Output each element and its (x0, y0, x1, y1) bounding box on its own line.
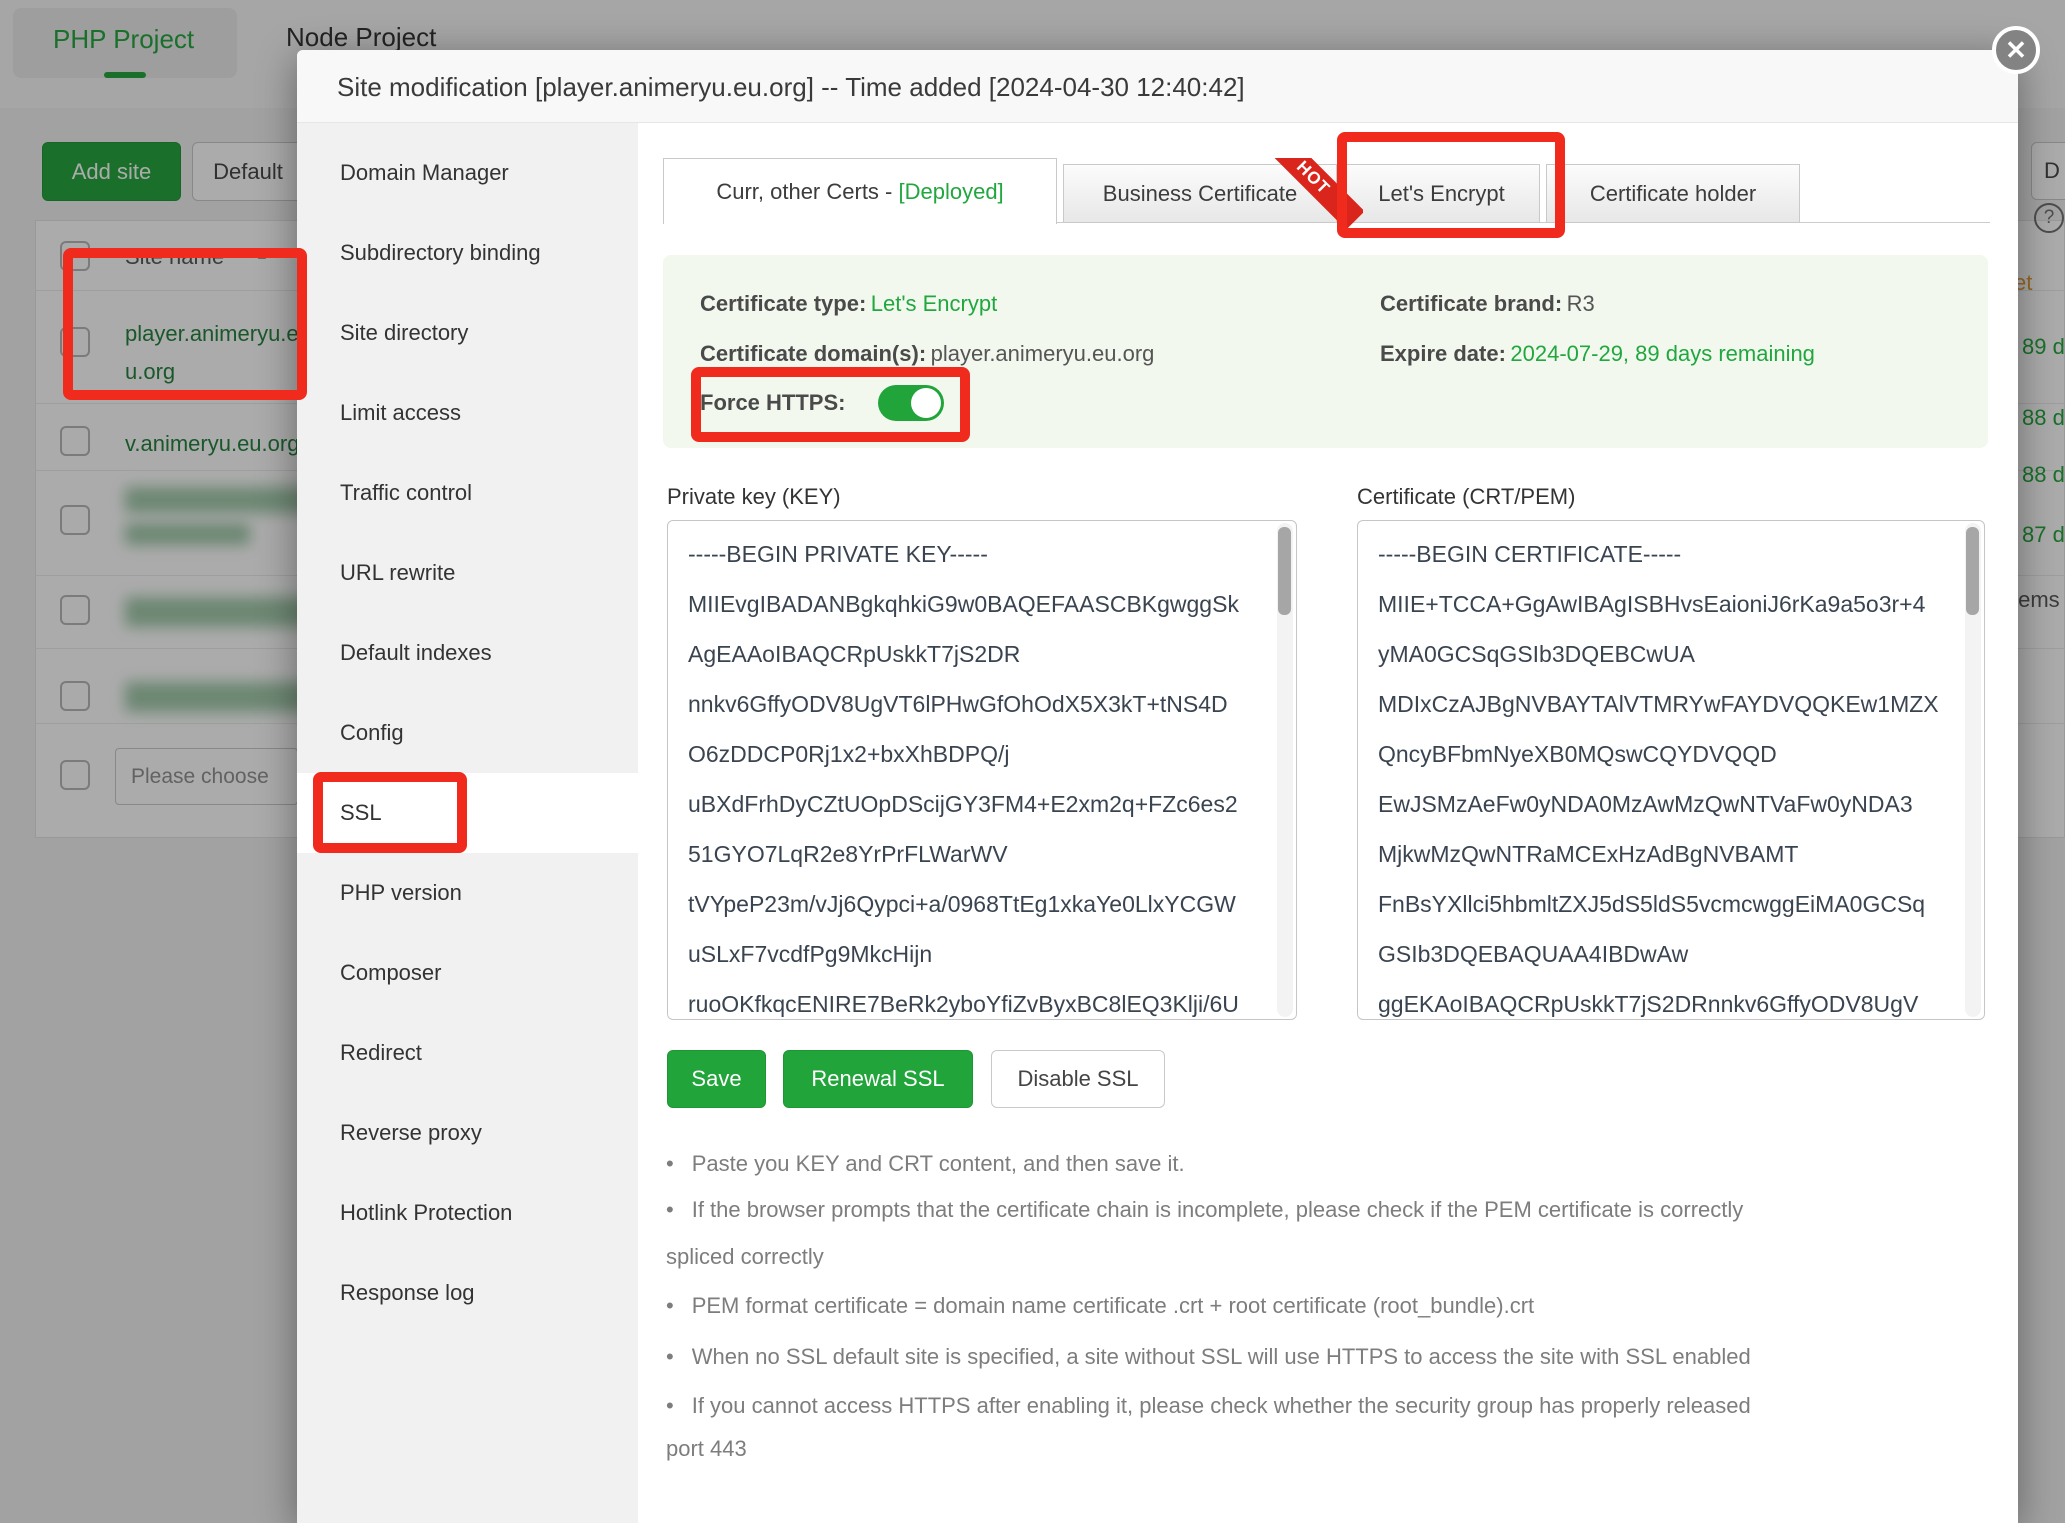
private-key-textarea[interactable]: -----BEGIN PRIVATE KEY----- MIIEvgIBADAN… (667, 520, 1297, 1020)
sidebar-item-url-rewrite[interactable]: URL rewrite (297, 533, 638, 613)
cert-scrollbar-thumb[interactable] (1966, 527, 1979, 615)
sidebar-item-composer[interactable]: Composer (297, 933, 638, 1013)
key-line: nnkv6GffyODV8UgVT6lPHwGfOhOdX5X3kT+tNS4D (688, 679, 1273, 729)
cert-line: GSIb3DQEBAQUAA4IBDwAw (1378, 929, 1961, 979)
certificate-label: Certificate (CRT/PEM) (1357, 484, 1575, 510)
annotation-box-site-name (63, 248, 307, 400)
sidebar-item-hotlink-protection[interactable]: Hotlink Protection (297, 1173, 638, 1253)
sidebar-item-default-indexes[interactable]: Default indexes (297, 613, 638, 693)
certificate-domain-value: player.animeryu.eu.org (931, 341, 1155, 366)
cert-line: MDIxCzAJBgNVBAYTAlVTMRYwFAYDVQQKEw1MZX (1378, 679, 1961, 729)
bullet-icon: • (666, 1293, 674, 1318)
tab-current-certs[interactable]: Curr, other Certs - [Deployed] (663, 158, 1057, 224)
certificate-type-label: Certificate type: (700, 291, 866, 316)
disable-ssl-button[interactable]: Disable SSL (991, 1050, 1165, 1108)
key-line: ruoOKfkqcENIRE7BeRk2yboYfiZvByxBC8lEQ3Kl… (688, 979, 1273, 1029)
key-line: O6zDDCP0Rj1x2+bxXhBDPQ/j (688, 729, 1273, 779)
cert-line: MIIE+TCCA+GgAwIBAgISBHvsEaioniJ6rKa9a5o3… (1378, 579, 1961, 629)
sidebar-item-response-log[interactable]: Response log (297, 1253, 638, 1333)
deployed-badge: [Deployed] (898, 179, 1003, 205)
key-line: 51GYO7LqR2e8YrPrFLWarWV (688, 829, 1273, 879)
bullet-icon: • (666, 1344, 674, 1369)
certificate-brand-label: Certificate brand: (1380, 291, 1562, 316)
certificate-textarea[interactable]: -----BEGIN CERTIFICATE----- MIIE+TCCA+Gg… (1357, 520, 1985, 1020)
cert-line: -----BEGIN CERTIFICATE----- (1378, 529, 1961, 579)
hot-ribbon-clip: HOT (1063, 158, 1363, 228)
cert-line: MjkwMzQwNTRaMCExHzAdBgNVBAMT (1378, 829, 1961, 879)
note-line: •If you cannot access HTTPS after enabli… (666, 1393, 1751, 1419)
key-line: AgEAAoIBAQCRpUskkT7jS2DR (688, 629, 1273, 679)
note-line: port 443 (666, 1436, 747, 1462)
cert-line: FnBsYXllci5hbmltZXJ5dS5ldS5vcmcwggEiMA0G… (1378, 879, 1961, 929)
dialog-title: Site modification [player.animeryu.eu.or… (337, 72, 1245, 103)
close-icon[interactable]: ✕ (1992, 26, 2040, 74)
expire-date-label: Expire date: (1380, 341, 1506, 366)
sidebar-item-php-version[interactable]: PHP version (297, 853, 638, 933)
cert-line: EwJSMzAeFw0yNDA0MzAwMzQwNTVaFw0yNDA3 (1378, 779, 1961, 829)
tab-current-certs-label: Curr, other Certs - (716, 179, 898, 205)
key-line: MIIEvgIBADANBgkqhkiG9w0BAQEFAASCBKgwggSk (688, 579, 1273, 629)
bullet-icon: • (666, 1151, 674, 1176)
sidebar-item-traffic-control[interactable]: Traffic control (297, 453, 638, 533)
sidebar-item-redirect[interactable]: Redirect (297, 1013, 638, 1093)
cert-line: ggEKAoIBAQCRpUskkT7jS2DRnnkv6GffyODV8UgV (1378, 979, 1961, 1029)
screen: PHP Project Node Project Add site Defaul… (0, 0, 2065, 1523)
certificate-brand-value: R3 (1567, 291, 1595, 316)
note-line: spliced correctly (666, 1244, 824, 1270)
renewal-ssl-button[interactable]: Renewal SSL (783, 1050, 973, 1108)
key-line: tVYpeP23m/vJj6Qypci+a/0968TtEg1xkaYe0Llx… (688, 879, 1273, 929)
key-line: uBXdFrhDyCZtUOpDScijGY3FM4+E2xm2q+FZc6es… (688, 779, 1273, 829)
annotation-box-force-https (691, 367, 970, 442)
key-scrollbar-thumb[interactable] (1278, 527, 1291, 615)
certificate-domain-label: Certificate domain(s): (700, 341, 926, 366)
sidebar-item-domain-manager[interactable]: Domain Manager (297, 133, 638, 213)
sidebar-item-config[interactable]: Config (297, 693, 638, 773)
sidebar-item-subdirectory-binding[interactable]: Subdirectory binding (297, 213, 638, 293)
save-button[interactable]: Save (667, 1050, 766, 1108)
note-line: •Paste you KEY and CRT content, and then… (666, 1151, 1185, 1177)
annotation-box-ssl-menu (313, 772, 467, 853)
note-line: •PEM format certificate = domain name ce… (666, 1293, 1534, 1319)
expire-date-value: 2024-07-29, 89 days remaining (1510, 341, 1815, 366)
private-key-label: Private key (KEY) (667, 484, 841, 510)
key-line: -----BEGIN PRIVATE KEY----- (688, 529, 1273, 579)
note-line: •If the browser prompts that the certifi… (666, 1197, 1743, 1223)
tab-certificate-holder[interactable]: Certificate holder (1546, 164, 1800, 223)
tab-certificate-holder-label: Certificate holder (1590, 181, 1756, 207)
key-line: uSLxF7vcdfPg9MkcHijn (688, 929, 1273, 979)
bullet-icon: • (666, 1393, 674, 1418)
bullet-icon: • (666, 1197, 674, 1222)
sidebar-item-limit-access[interactable]: Limit access (297, 373, 638, 453)
cert-line: QncyBFbmNyeXB0MQswCQYDVQQD (1378, 729, 1961, 779)
sidebar-item-site-directory[interactable]: Site directory (297, 293, 638, 373)
sidebar-item-reverse-proxy[interactable]: Reverse proxy (297, 1093, 638, 1173)
note-line: •When no SSL default site is specified, … (666, 1344, 1751, 1370)
certificate-type-value: Let's Encrypt (871, 291, 997, 316)
cert-line: yMA0GCSqGSIb3DQEBCwUA (1378, 629, 1961, 679)
annotation-box-lets-encrypt-tab (1337, 132, 1565, 238)
